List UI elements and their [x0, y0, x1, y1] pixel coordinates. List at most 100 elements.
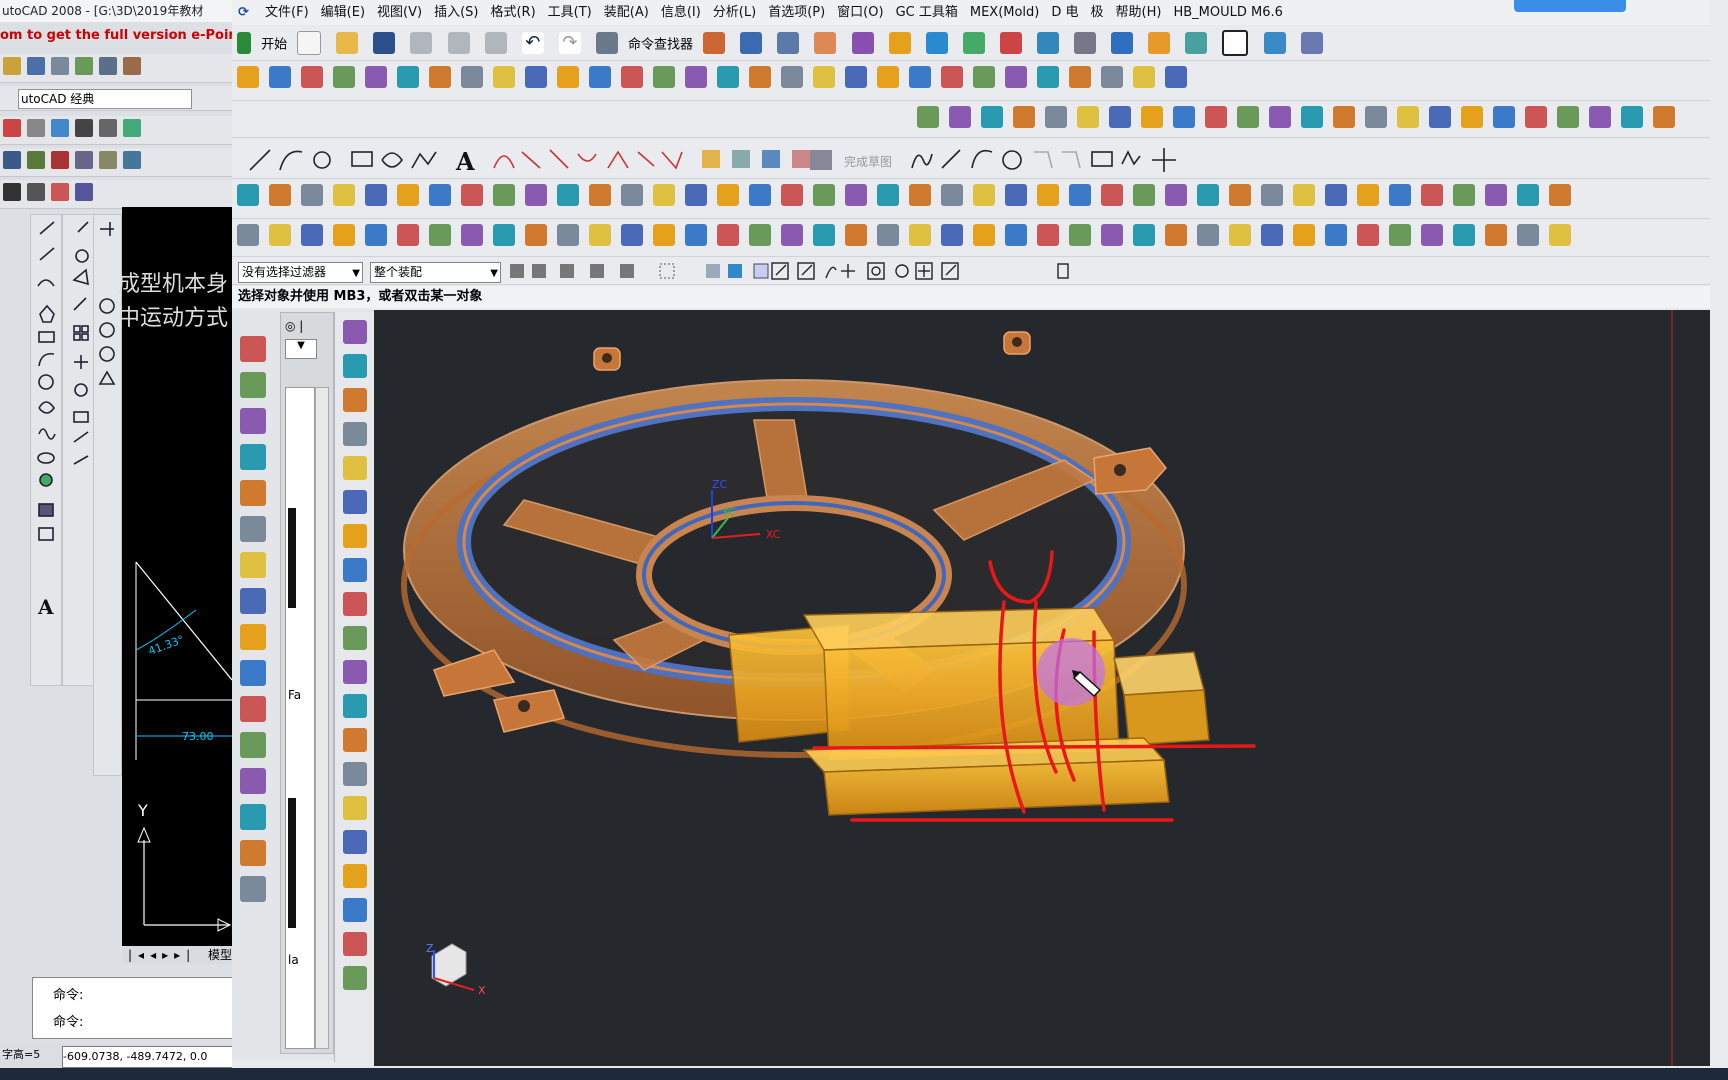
- toolbar-tool-icon[interactable]: [685, 66, 707, 88]
- toolbar-tool-icon[interactable]: [1133, 224, 1155, 246]
- navigator-panel[interactable]: ◎ | ▼ Fa la: [280, 312, 334, 1054]
- resource-tab-icon[interactable]: [240, 552, 266, 578]
- toolbar-tool-icon[interactable]: [845, 224, 867, 246]
- vertical-tool-icon[interactable]: [343, 592, 367, 616]
- toolbar-tool-icon[interactable]: [397, 224, 419, 246]
- selection-filter-dropdown[interactable]: 没有选择过滤器 ▼: [238, 262, 363, 283]
- vertical-tool-icon[interactable]: [343, 490, 367, 514]
- toolbar-tool-icon[interactable]: [1301, 106, 1323, 128]
- toolbar-tool-icon[interactable]: [1005, 184, 1027, 206]
- toolbar-tool-icon[interactable]: [813, 66, 835, 88]
- color-icon[interactable]: [51, 119, 69, 137]
- toolbar-tool-icon[interactable]: [1269, 106, 1291, 128]
- layer-state-icon[interactable]: [27, 119, 45, 137]
- toolbar-tool-icon[interactable]: [621, 224, 643, 246]
- toolbar-tool-icon[interactable]: [1261, 224, 1283, 246]
- toolbar-tool-icon[interactable]: [749, 184, 771, 206]
- toolbar-tool-icon[interactable]: [493, 184, 515, 206]
- vertical-tool-icon[interactable]: [343, 626, 367, 650]
- analysis-icon[interactable]: [851, 32, 874, 54]
- toolbar-tool-icon[interactable]: [333, 184, 355, 206]
- toolbar-tool-icon[interactable]: [845, 66, 867, 88]
- navigator-dropdown[interactable]: ▼: [285, 339, 317, 359]
- toolbar-tool-icon[interactable]: [397, 184, 419, 206]
- vertical-tool-icon[interactable]: [343, 558, 367, 582]
- spell-icon[interactable]: [51, 183, 69, 201]
- assembly-nav-icon[interactable]: [1263, 32, 1286, 54]
- toolbar-tool-icon[interactable]: [781, 224, 803, 246]
- vertical-tool-icon[interactable]: [343, 932, 367, 956]
- resource-tab-icon[interactable]: [240, 660, 266, 686]
- toolbar-tool-icon[interactable]: [1325, 184, 1347, 206]
- vertical-tool-icon[interactable]: [343, 762, 367, 786]
- paste-icon[interactable]: [484, 32, 507, 54]
- toolbar-tool-icon[interactable]: [301, 224, 323, 246]
- toolbar-tool-icon[interactable]: [397, 66, 419, 88]
- vertical-tool-icon[interactable]: [343, 456, 367, 480]
- toolbar-tool-icon[interactable]: [877, 224, 899, 246]
- text-style-icon[interactable]: [75, 119, 93, 137]
- toolbar-tool-icon[interactable]: [717, 184, 739, 206]
- resource-tab-icon[interactable]: [240, 696, 266, 722]
- toolbar-tool-icon[interactable]: [653, 224, 675, 246]
- menu-item[interactable]: 工具(T): [542, 0, 598, 25]
- toolbar-tool-icon[interactable]: [1429, 106, 1451, 128]
- toolbar-tool-icon[interactable]: [269, 66, 291, 88]
- toolbar-tool-icon[interactable]: [1517, 184, 1539, 206]
- toolbar-tool-icon[interactable]: [1013, 106, 1035, 128]
- toolbar-tool-icon[interactable]: [1045, 106, 1067, 128]
- toolbar-tool-icon[interactable]: [589, 66, 611, 88]
- dim-aligned-icon[interactable]: [27, 151, 45, 169]
- menu-item[interactable]: 首选项(P): [762, 0, 831, 25]
- toolbar-tool-icon[interactable]: [429, 184, 451, 206]
- toolbar-tool-icon[interactable]: [1397, 106, 1419, 128]
- toolbar-tool-icon[interactable]: [813, 224, 835, 246]
- toolbar-tool-icon[interactable]: [1525, 106, 1547, 128]
- toolbar-tool-icon[interactable]: [1069, 184, 1091, 206]
- toolbar-tool-icon[interactable]: [781, 66, 803, 88]
- text-icon[interactable]: [3, 183, 21, 201]
- resource-tab-icon[interactable]: [240, 876, 266, 902]
- toolbar-tool-icon[interactable]: [1069, 66, 1091, 88]
- toolbar-tool-icon[interactable]: [813, 184, 835, 206]
- publish-icon[interactable]: [99, 57, 117, 75]
- dim-continue-icon[interactable]: [99, 151, 117, 169]
- preview-icon[interactable]: [75, 57, 93, 75]
- toolbar-tool-icon[interactable]: [589, 184, 611, 206]
- resource-tab-icon[interactable]: [240, 444, 266, 470]
- mtext-icon[interactable]: [27, 183, 45, 201]
- toolbar-tool-icon[interactable]: [1365, 106, 1387, 128]
- toolbar-tool-icon[interactable]: [1621, 106, 1643, 128]
- toolbar-tool-icon[interactable]: [1237, 106, 1259, 128]
- workspace-select[interactable]: utoCAD 经典: [18, 89, 192, 109]
- toolbar-tool-icon[interactable]: [333, 224, 355, 246]
- command-finder-icon[interactable]: [595, 32, 618, 54]
- toolbar-tool-icon[interactable]: [557, 184, 579, 206]
- toolbar-tool-icon[interactable]: [1165, 66, 1187, 88]
- resource-tab-icon[interactable]: [240, 588, 266, 614]
- toolbar-tool-icon[interactable]: [621, 66, 643, 88]
- save-icon[interactable]: [27, 57, 45, 75]
- snap-icon[interactable]: [740, 32, 763, 54]
- toolbar-tool-icon[interactable]: [1261, 184, 1283, 206]
- save-icon[interactable]: [373, 32, 396, 54]
- navigator-tree[interactable]: Fa la: [285, 387, 315, 1049]
- toolbar-tool-icon[interactable]: [237, 224, 259, 246]
- fit-view-icon[interactable]: [1037, 32, 1059, 54]
- open-folder-icon[interactable]: [336, 32, 359, 54]
- toolbar-tool-icon[interactable]: [237, 66, 259, 88]
- toolbar-tool-icon[interactable]: [1165, 224, 1187, 246]
- toolbar-tool-icon[interactable]: [1205, 106, 1227, 128]
- toolbar-tool-icon[interactable]: [717, 224, 739, 246]
- toolbar-tool-icon[interactable]: [845, 184, 867, 206]
- vertical-tool-icon[interactable]: [343, 422, 367, 446]
- toolbar-tool-icon[interactable]: [877, 184, 899, 206]
- copy-icon[interactable]: [447, 32, 470, 54]
- menu-item[interactable]: GC 工具箱: [890, 0, 964, 25]
- toolbar-tool-icon[interactable]: [461, 224, 483, 246]
- toolbar-tool-icon[interactable]: [973, 66, 995, 88]
- toolbar-tool-icon[interactable]: [269, 184, 291, 206]
- toolbar-tool-icon[interactable]: [301, 184, 323, 206]
- toolbar-tool-icon[interactable]: [1517, 224, 1539, 246]
- undo-icon[interactable]: ↶: [521, 32, 544, 54]
